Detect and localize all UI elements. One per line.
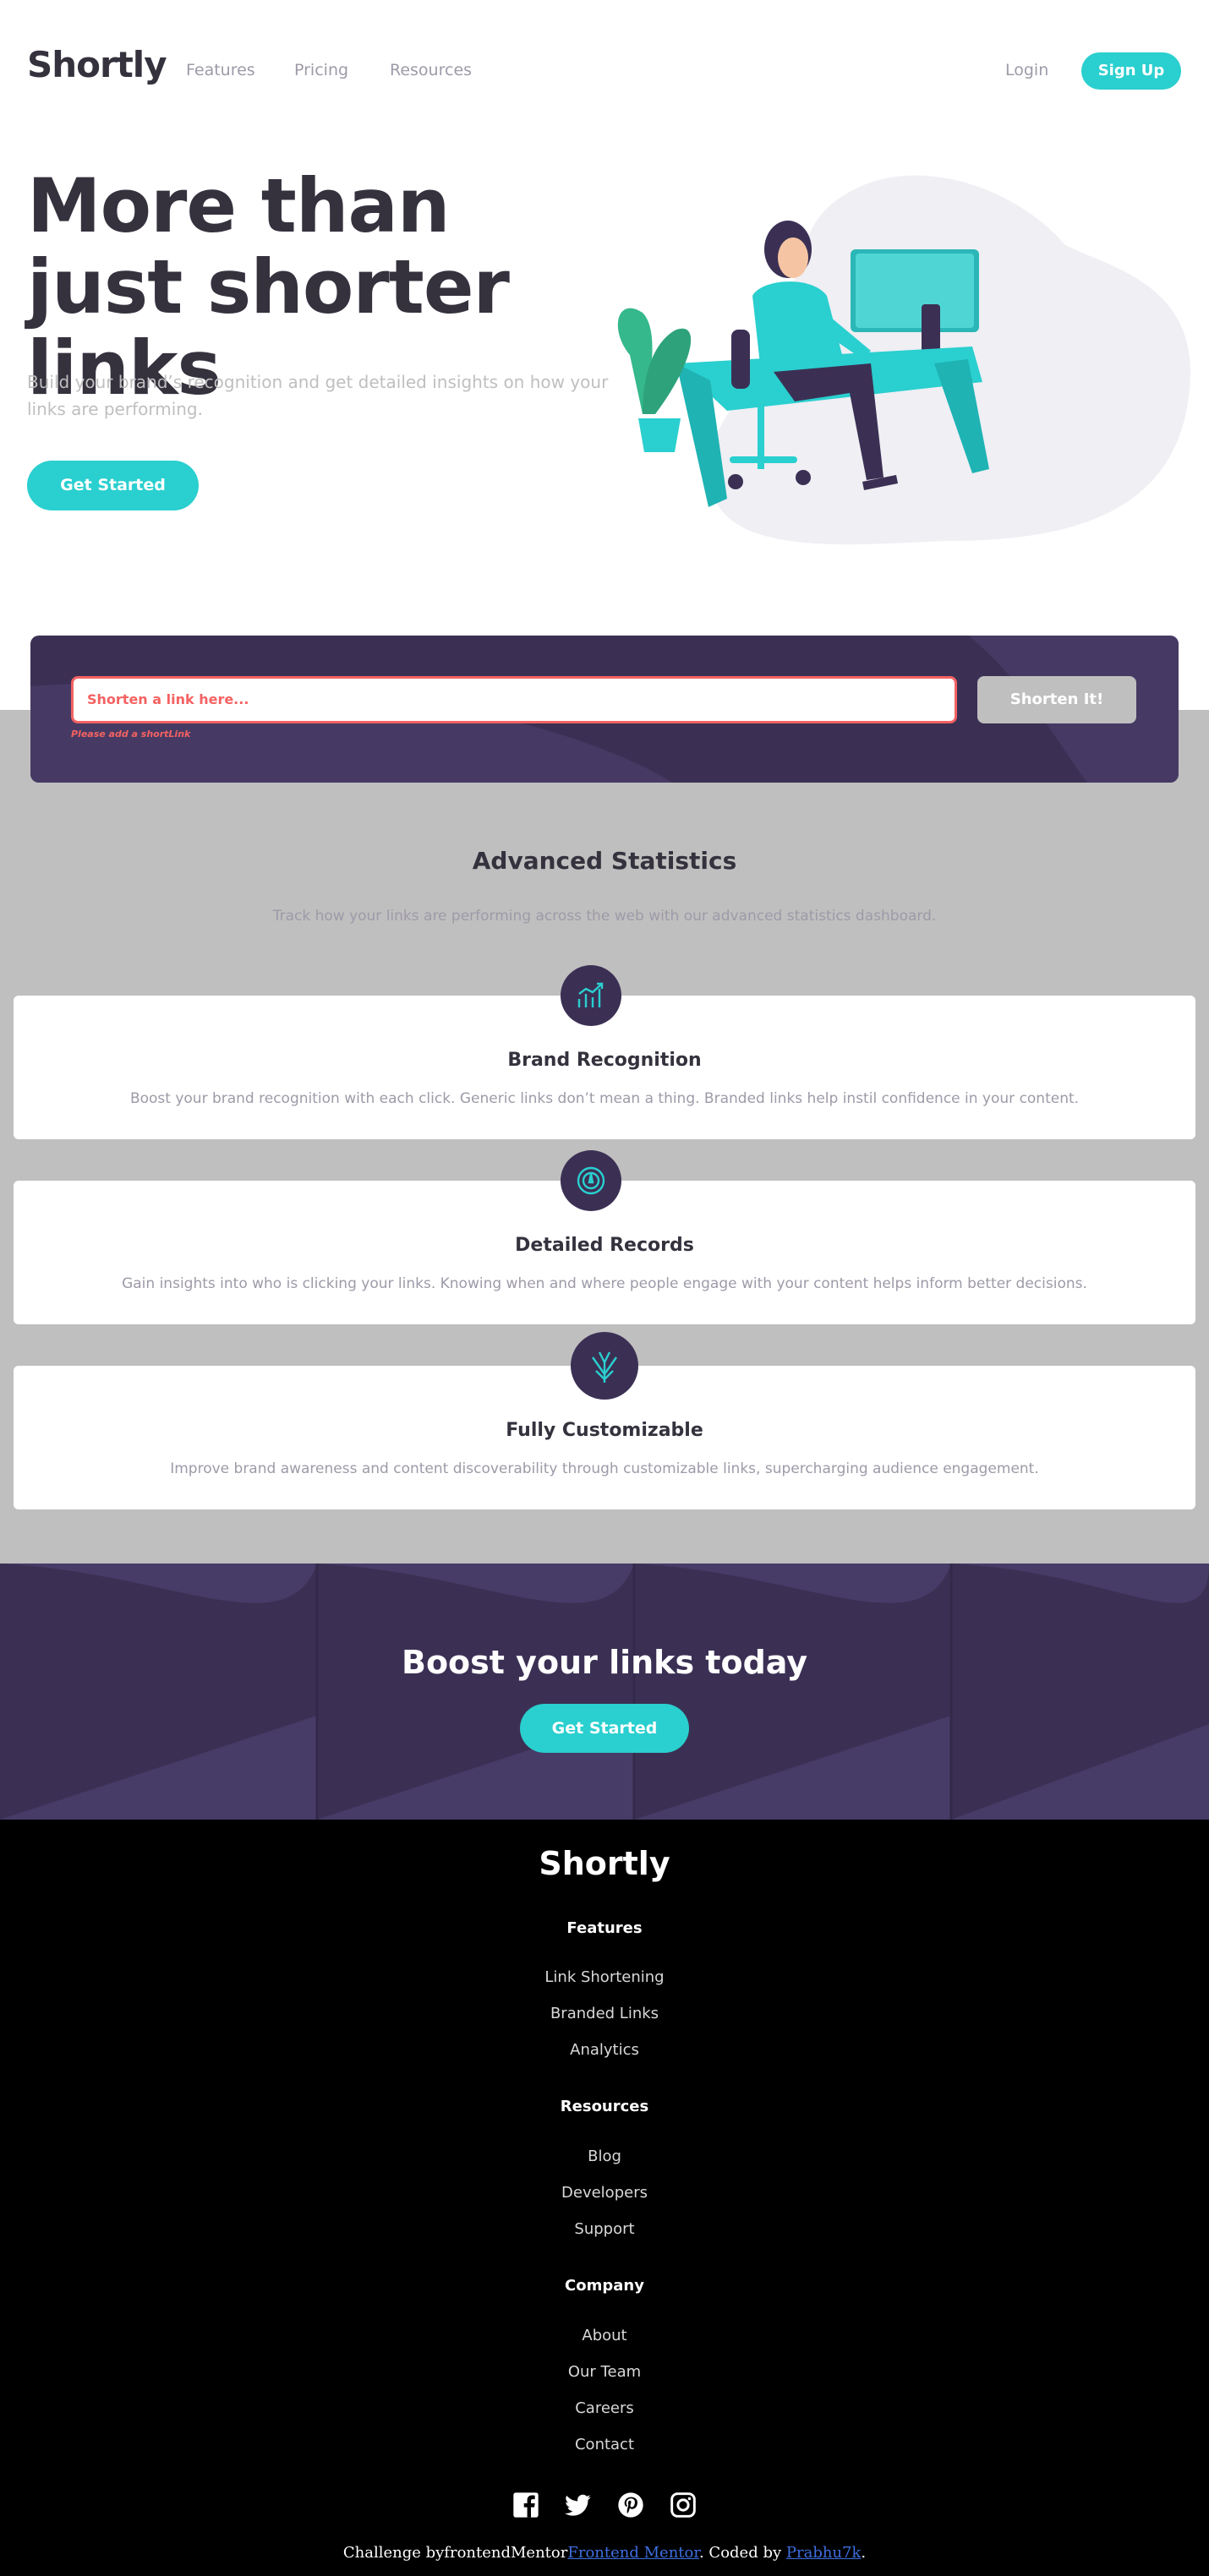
shorten-it-button[interactable]: Shorten It!	[977, 676, 1136, 723]
stats-subtitle: Track how your links are performing acro…	[272, 908, 937, 925]
nav-link-resources[interactable]: Resources	[390, 61, 472, 79]
boost-title: Boost your links today	[401, 1644, 808, 1681]
footer-link-blog[interactable]: Blog	[0, 2148, 1209, 2165]
attribution-suffix: .	[861, 2544, 867, 2562]
pinterest-icon[interactable]	[617, 2491, 644, 2519]
login-link[interactable]: Login	[1005, 61, 1048, 79]
footer-logo[interactable]: Shortly	[0, 1845, 1209, 1882]
stats-title: Advanced Statistics	[472, 847, 737, 875]
attribution: Challenge byfrontendMentorFrontend Mento…	[0, 2544, 1209, 2562]
nav-link-features[interactable]: Features	[186, 61, 255, 79]
shorten-error-message: Please add a shortLink	[71, 729, 191, 740]
author-link[interactable]: Prabhu7k	[786, 2544, 862, 2562]
footer: Shortly Features Link Shortening Branded…	[0, 1820, 1209, 2576]
card-text: Gain insights into who is clicking your …	[122, 1275, 1087, 1292]
footer-link-developers[interactable]: Developers	[0, 2184, 1209, 2202]
frontend-mentor-link[interactable]: Frontend Mentor	[567, 2544, 699, 2562]
twitter-icon[interactable]	[565, 2491, 592, 2519]
footer-heading-features: Features	[566, 1919, 643, 1937]
instagram-icon[interactable]	[670, 2491, 697, 2519]
footer-link-branded-links[interactable]: Branded Links	[0, 2005, 1209, 2022]
footer-link-our-team[interactable]: Our Team	[0, 2363, 1209, 2381]
attribution-middle: . Coded by	[698, 2544, 786, 2562]
card-title: Detailed Records	[515, 1235, 694, 1256]
hero-get-started-button[interactable]: Get Started	[27, 461, 199, 510]
boost-section: Boost your links today Get Started	[0, 1564, 1209, 1820]
footer-link-analytics[interactable]: Analytics	[0, 2041, 1209, 2059]
footer-heading-resources: Resources	[560, 2098, 649, 2115]
person-working-illustration	[617, 175, 1190, 545]
footer-link-link-shortening[interactable]: Link Shortening	[0, 1968, 1209, 1986]
shorten-url-input[interactable]: Shorten a link here...	[71, 676, 957, 723]
brand-recognition-icon	[561, 965, 621, 1026]
card-text: Improve brand awareness and content disc…	[170, 1460, 1039, 1477]
facebook-icon[interactable]	[512, 2491, 539, 2519]
attribution-prefix: Challenge byfrontendMentor	[342, 2544, 568, 2562]
fully-customizable-icon	[571, 1332, 638, 1400]
card-title: Brand Recognition	[507, 1050, 702, 1071]
boost-bg-pattern	[0, 1564, 1209, 1820]
detailed-records-icon	[561, 1150, 621, 1211]
footer-link-support[interactable]: Support	[0, 2220, 1209, 2238]
social-links	[512, 2491, 698, 2520]
shorten-form: Shorten a link here... Please add a shor…	[30, 636, 1179, 783]
nav-link-pricing[interactable]: Pricing	[294, 61, 348, 79]
card-title: Fully Customizable	[506, 1420, 703, 1441]
signup-button[interactable]: Sign Up	[1081, 52, 1181, 90]
card-text: Boost your brand recognition with each c…	[129, 1090, 1080, 1107]
footer-link-contact[interactable]: Contact	[0, 2436, 1209, 2453]
footer-link-careers[interactable]: Careers	[0, 2399, 1209, 2417]
logo[interactable]: Shortly	[27, 44, 167, 85]
footer-link-about[interactable]: About	[0, 2327, 1209, 2344]
top-nav: Shortly Features Pricing Resources Login…	[0, 0, 1209, 144]
hero-subtitle: Build your brand’s recognition and get d…	[27, 372, 609, 419]
footer-heading-company: Company	[565, 2277, 644, 2295]
boost-get-started-button[interactable]: Get Started	[520, 1704, 689, 1753]
